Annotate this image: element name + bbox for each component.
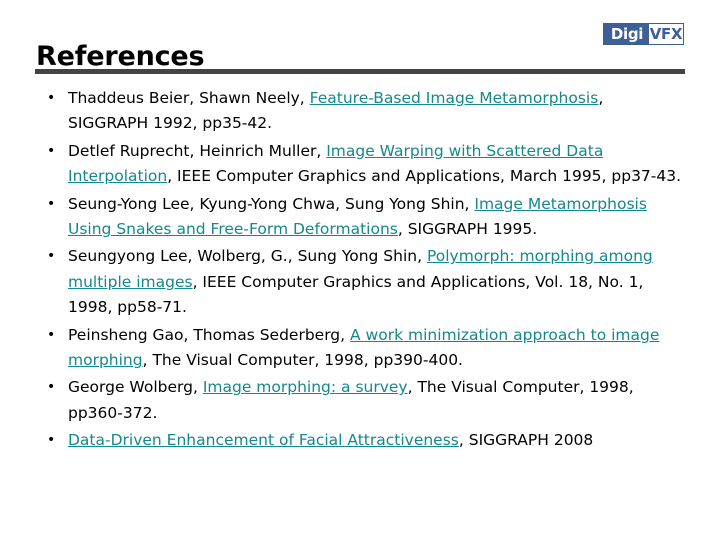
references-list: Thaddeus Beier, Shawn Neely, Feature-Bas…	[36, 86, 684, 456]
reference-item: Seungyong Lee, Wolberg, G., Sung Yong Sh…	[36, 244, 684, 320]
reference-link[interactable]: Image morphing: a survey	[203, 378, 408, 396]
reference-text: , SIGGRAPH 1995.	[397, 220, 538, 239]
reference-text: , SIGGRAPH 2008	[458, 431, 594, 450]
reference-text: , IEEE Computer Graphics and Application…	[167, 167, 682, 186]
digivfx-logo: Digi VFX	[603, 23, 684, 45]
reference-text: George Wolberg,	[68, 378, 203, 397]
slide-canvas: References Digi VFX Thaddeus Beier, Shaw…	[0, 0, 720, 540]
reference-item: Seung-Yong Lee, Kyung-Yong Chwa, Sung Yo…	[36, 192, 684, 243]
reference-item: Data-Driven Enhancement of Facial Attrac…	[36, 428, 684, 454]
title-divider	[35, 69, 685, 74]
reference-text: , The Visual Computer, 1998, pp390-400.	[142, 351, 463, 370]
reference-item: Thaddeus Beier, Shawn Neely, Feature-Bas…	[36, 86, 684, 137]
slide-header: References Digi VFX	[0, 0, 720, 76]
reference-text: Seungyong Lee, Wolberg, G., Sung Yong Sh…	[68, 247, 427, 266]
reference-text: Peinsheng Gao, Thomas Sederberg,	[68, 325, 350, 344]
reference-link[interactable]: Data-Driven Enhancement of Facial Attrac…	[68, 431, 459, 449]
reference-text: Detlef Ruprecht, Heinrich Muller,	[68, 141, 327, 160]
logo-text-digi: Digi	[604, 24, 649, 44]
reference-link[interactable]: Feature-Based Image Metamorphosis	[310, 89, 599, 107]
page-title: References	[36, 41, 205, 73]
logo-text-vfx: VFX	[649, 24, 683, 44]
reference-item: George Wolberg, Image morphing: a survey…	[36, 375, 684, 426]
reference-text: Seung-Yong Lee, Kyung-Yong Chwa, Sung Yo…	[68, 194, 475, 213]
reference-item: Detlef Ruprecht, Heinrich Muller, Image …	[36, 139, 684, 190]
reference-text: Thaddeus Beier, Shawn Neely,	[68, 89, 310, 107]
reference-item: Peinsheng Gao, Thomas Sederberg, A work …	[36, 323, 684, 374]
